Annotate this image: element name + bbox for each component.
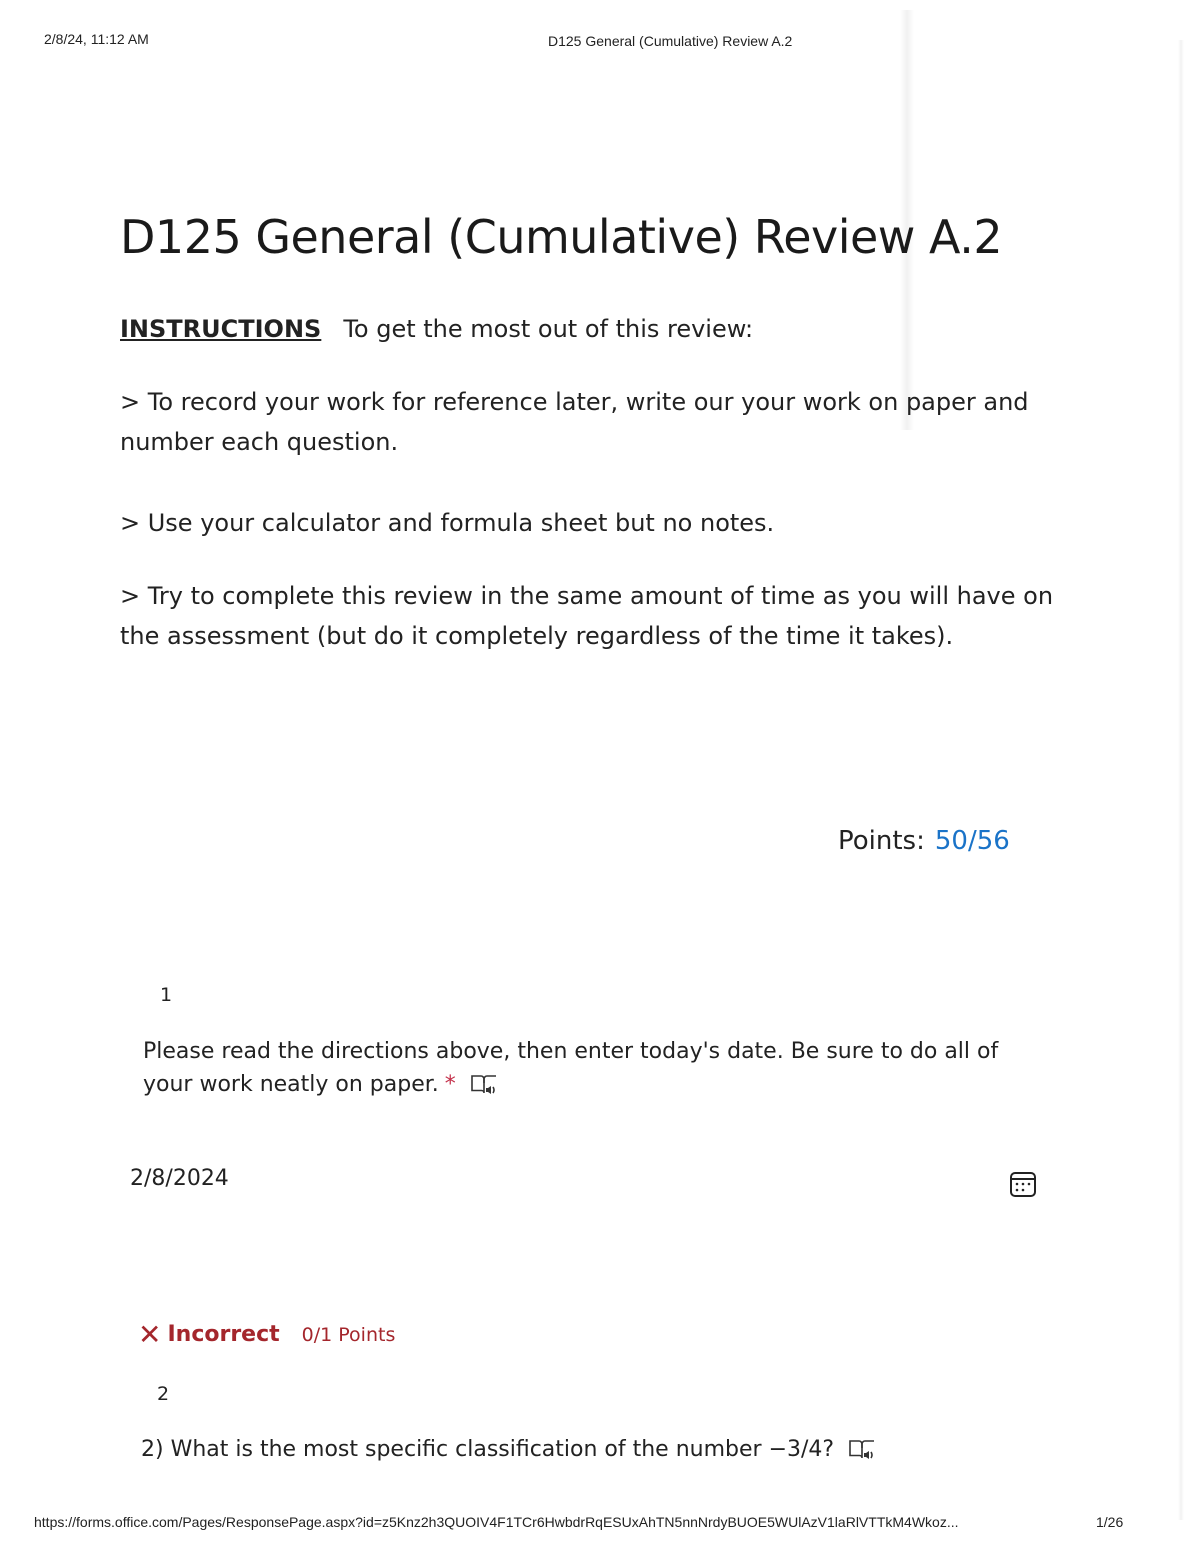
incorrect-label: Incorrect <box>167 1322 280 1347</box>
instructions-label: INSTRUCTIONS <box>120 315 322 343</box>
question-number: 2 <box>157 1383 170 1405</box>
print-datetime: 2/8/24, 11:12 AM <box>44 31 149 47</box>
incorrect-icon: ✕ <box>138 1318 162 1351</box>
question-number: 1 <box>160 984 173 1006</box>
instruction-item: > Try to complete this review in the sam… <box>120 582 1054 650</box>
question-points: 0/1 Points <box>301 1323 396 1346</box>
form-title: D125 General (Cumulative) Review A.2 <box>120 210 1003 264</box>
instructions-heading: INSTRUCTIONS To get the most out of this … <box>120 309 1100 349</box>
instruction-item: > To record your work for reference late… <box>120 388 1029 456</box>
immersive-reader-icon[interactable] <box>848 1438 876 1462</box>
print-page-title: D125 General (Cumulative) Review A.2 <box>548 33 793 49</box>
print-page-number: 1/26 <box>1096 1514 1124 1530</box>
instruction-item: > Use your calculator and formula sheet … <box>120 509 775 537</box>
print-url: https://forms.office.com/Pages/ResponseP… <box>34 1514 959 1530</box>
question-prompt: Please read the directions above, then e… <box>143 1039 999 1097</box>
required-marker: * <box>444 1072 456 1097</box>
instructions-intro: To get the most out of this review: <box>343 315 754 343</box>
question-prompt: 2) What is the most specific classificat… <box>141 1437 835 1462</box>
date-answer-input[interactable]: 2/8/2024 <box>130 1166 229 1191</box>
points-summary: Points: 50/56 <box>838 826 1010 856</box>
points-value: 50/56 <box>934 826 1010 856</box>
immersive-reader-icon[interactable] <box>470 1073 498 1097</box>
question-text: Please read the directions above, then e… <box>143 1035 1013 1101</box>
calendar-icon[interactable] <box>1008 1169 1038 1199</box>
scan-artifact <box>1178 40 1184 1520</box>
points-label: Points: <box>838 826 925 856</box>
question-result: ✕ Incorrect 0/1 Points <box>138 1318 395 1351</box>
question-text: 2) What is the most specific classificat… <box>141 1433 876 1466</box>
